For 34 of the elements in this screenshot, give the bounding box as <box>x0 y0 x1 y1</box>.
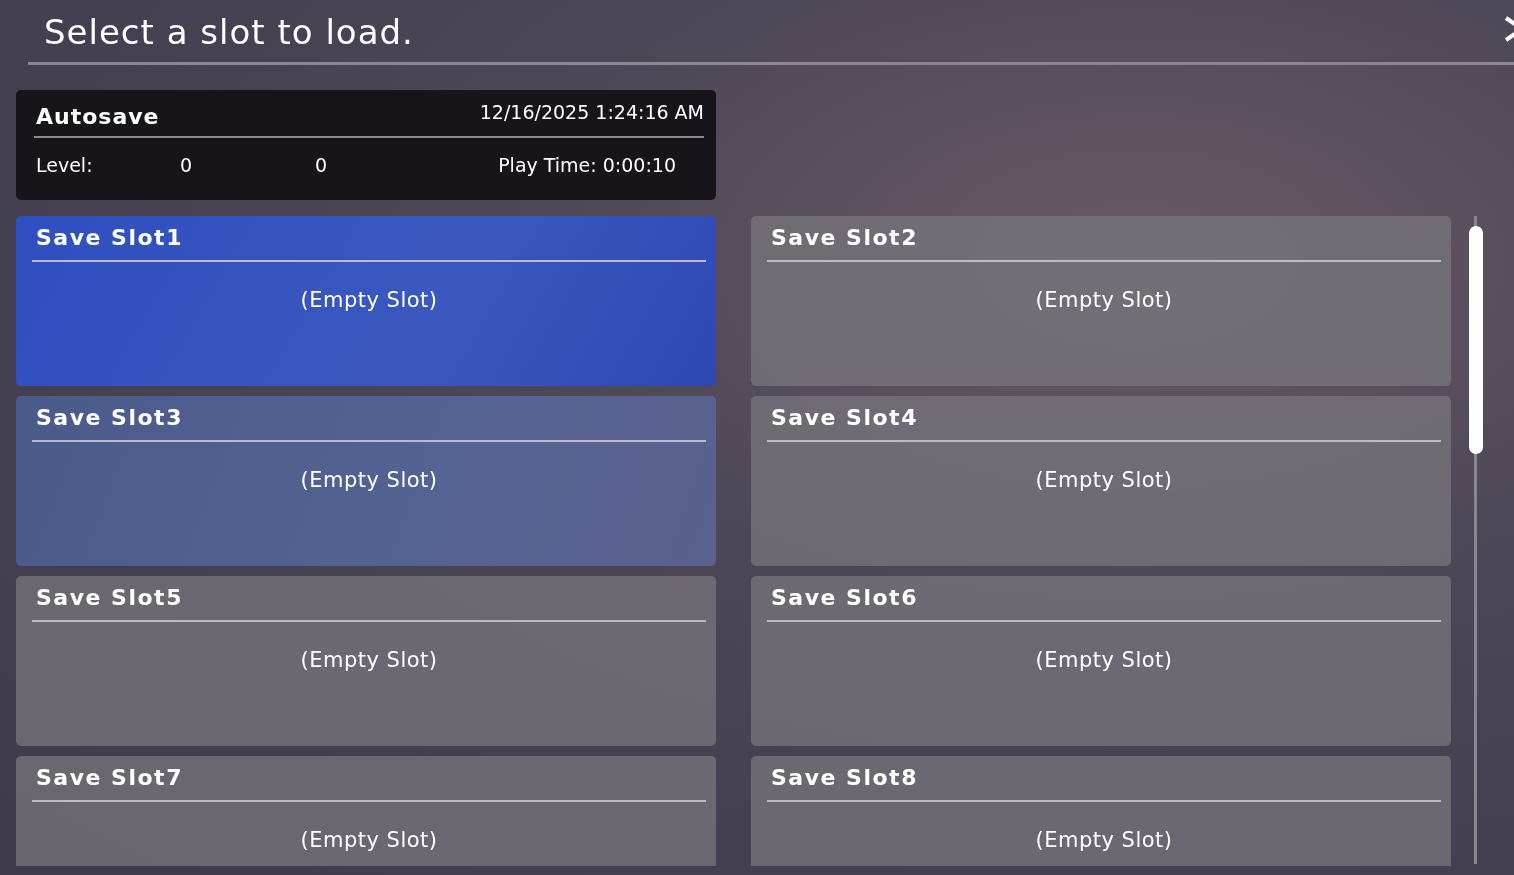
slot-title: Save Slot6 <box>767 576 1441 622</box>
save-timestamp: 12/16/2025 1:24:16 AM <box>479 101 704 123</box>
dialog-title: Select a slot to load. <box>44 11 414 54</box>
slot-status: (Empty Slot) <box>1034 648 1174 672</box>
slot-status: (Empty Slot) <box>1034 288 1174 312</box>
slot-title: Save Slot8 <box>767 756 1441 802</box>
level-value: 0 <box>315 154 329 176</box>
slot-status: (Empty Slot) <box>299 828 439 852</box>
slot-title: Save Slot7 <box>32 756 706 802</box>
autosave-card[interactable]: Autosave 12/16/2025 1:24:16 AM Level: 0 0 Play Time: 0:00:10 <box>16 90 716 200</box>
slot-title: Save Slot1 <box>32 216 706 262</box>
scrollbar-track[interactable] <box>1469 216 1483 864</box>
autosave-title: Autosave <box>36 103 160 129</box>
slot-title: Save Slot3 <box>32 396 706 442</box>
slot-status: (Empty Slot) <box>1034 468 1174 492</box>
level-label: Level: <box>36 154 94 176</box>
slot-status: (Empty Slot) <box>299 648 439 672</box>
save-slot-card[interactable]: Save Slot7 (Empty Slot) <box>16 756 716 866</box>
slot-status: (Empty Slot) <box>299 288 439 312</box>
slot-status: (Empty Slot) <box>1034 828 1174 852</box>
save-slot-card[interactable]: Save Slot5 (Empty Slot) <box>16 576 716 746</box>
scrollbar-thumb[interactable] <box>1469 226 1483 454</box>
play-time: Play Time: 0:00:10 <box>498 154 676 176</box>
slot-title: Save Slot2 <box>767 216 1441 262</box>
slot-status: (Empty Slot) <box>299 468 439 492</box>
save-slot-card[interactable]: Save Slot2 (Empty Slot) <box>751 216 1451 386</box>
save-slot-card[interactable]: Save Slot8 (Empty Slot) <box>751 756 1451 866</box>
save-slot-card[interactable]: Save Slot4 (Empty Slot) <box>751 396 1451 566</box>
slot-title: Save Slot4 <box>767 396 1441 442</box>
slot-title: Save Slot5 <box>32 576 706 622</box>
level-value: 0 <box>180 154 194 176</box>
save-slot-card[interactable]: Save Slot1 (Empty Slot) <box>16 216 716 386</box>
save-slot-card[interactable]: Save Slot3 (Empty Slot) <box>16 396 716 566</box>
save-slot-card[interactable]: Save Slot6 (Empty Slot) <box>751 576 1451 746</box>
